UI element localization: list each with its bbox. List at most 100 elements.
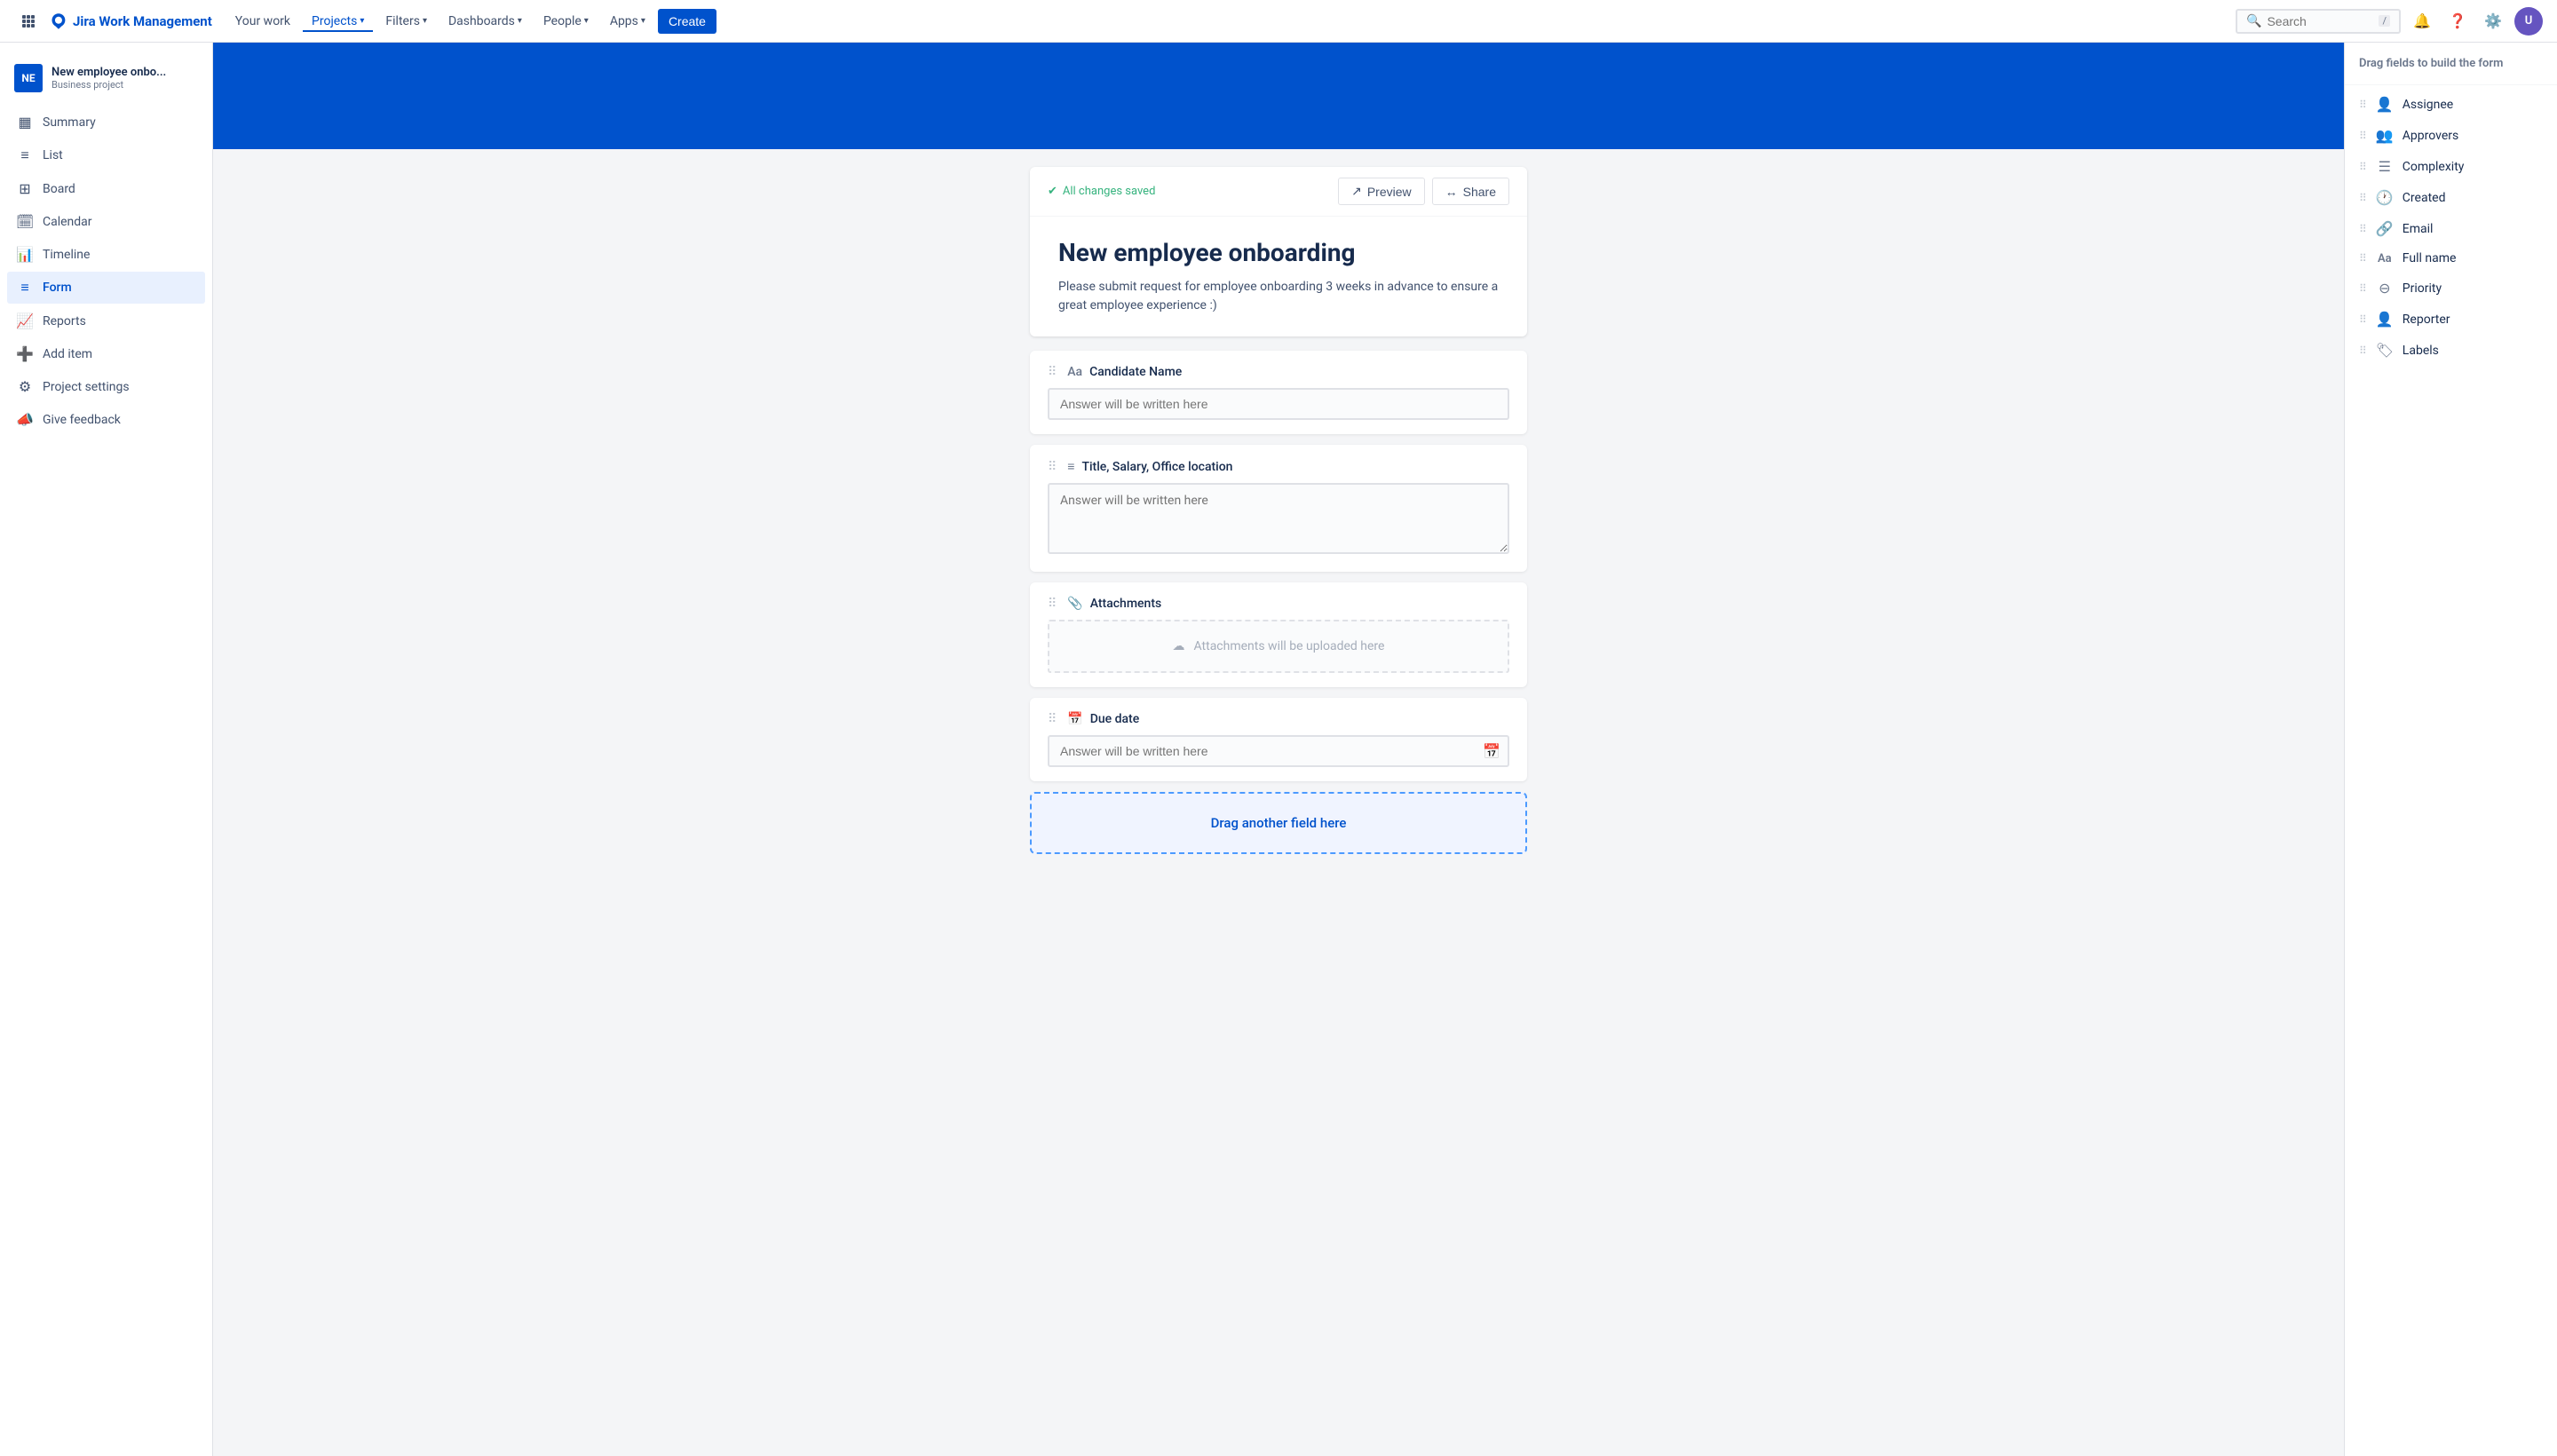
drag-handle-icon[interactable]: ⠿	[1048, 460, 1057, 474]
calendar-picker-icon[interactable]: 📅	[1483, 743, 1500, 760]
sidebar-item-form[interactable]: ≡ Form	[7, 272, 205, 304]
project-name: New employee onbo...	[51, 66, 166, 79]
share-icon: ↔	[1445, 185, 1458, 199]
created-icon: 🕐	[2376, 189, 2394, 206]
nav-icon-group: 🔔 ❓ ⚙️ U	[2408, 7, 2543, 36]
due-date-input[interactable]	[1048, 735, 1509, 767]
notifications-icon[interactable]: 🔔	[2408, 7, 2436, 36]
sidebar-nav: ▦ Summary ≡ List ⊞ Board 🗓 Calendar 📊 Ti…	[0, 107, 212, 435]
upload-cloud-icon: ☁	[1173, 639, 1185, 653]
search-icon: 🔍	[2246, 14, 2261, 28]
field-card-due-date: ⠿ 📅 Due date 📅	[1030, 698, 1527, 781]
approvers-icon: 👥	[2376, 127, 2394, 144]
sidebar-item-calendar[interactable]: 🗓 Calendar	[7, 206, 205, 237]
panel-drag-handle-icon: ⠿	[2359, 282, 2367, 295]
field-header-candidate-name: ⠿ Aa Candidate Name	[1048, 365, 1509, 379]
email-icon: 🔗	[2376, 220, 2394, 237]
reporter-icon: 👤	[2376, 311, 2394, 328]
sidebar-item-list[interactable]: ≡ List	[7, 139, 205, 171]
field-header-attachments: ⠿ 📎 Attachments	[1048, 597, 1509, 611]
panel-drag-handle-icon: ⠿	[2359, 192, 2367, 204]
project-type: Business project	[51, 79, 166, 91]
help-icon[interactable]: ❓	[2443, 7, 2472, 36]
form-area: ✔ All changes saved ↗ Preview ↔ Share	[213, 149, 2557, 1456]
drag-drop-zone[interactable]: Drag another field here	[1030, 792, 1527, 854]
create-button[interactable]: Create	[658, 9, 716, 34]
field-card-candidate-name: ⠿ Aa Candidate Name	[1030, 351, 1527, 434]
attachment-upload-area[interactable]: ☁ Attachments will be uploaded here	[1048, 620, 1509, 673]
board-icon: ⊞	[16, 180, 34, 197]
nav-dashboards[interactable]: Dashboards ▾	[439, 11, 531, 32]
field-header-due-date: ⠿ 📅 Due date	[1048, 712, 1509, 726]
filters-chevron-icon: ▾	[423, 16, 427, 26]
project-header: NE New employee onbo... Business project	[0, 57, 212, 107]
main-content: ✔ All changes saved ↗ Preview ↔ Share	[213, 43, 2557, 1456]
priority-icon: ⊖	[2376, 280, 2394, 297]
panel-drag-handle-icon: ⠿	[2359, 344, 2367, 357]
sidebar: NE New employee onbo... Business project…	[0, 43, 213, 1456]
search-shortcut-key: /	[2379, 15, 2390, 27]
share-button[interactable]: ↔ Share	[1432, 178, 1509, 205]
panel-item-reporter[interactable]: ⠿ 👤 Reporter	[2345, 304, 2557, 335]
summary-icon: ▦	[16, 114, 34, 131]
sidebar-item-reports[interactable]: 📈 Reports	[7, 305, 205, 336]
panel-drag-handle-icon: ⠿	[2359, 161, 2367, 173]
field-card-title-salary: ⠿ ≡ Title, Salary, Office location	[1030, 445, 1527, 572]
panel-item-approvers[interactable]: ⠿ 👥 Approvers	[2345, 120, 2557, 151]
search-bar[interactable]: 🔍 /	[2236, 9, 2401, 34]
drag-handle-icon[interactable]: ⠿	[1048, 712, 1057, 726]
nav-your-work[interactable]: Your work	[226, 11, 299, 32]
form-top-bar: ✔ All changes saved ↗ Preview ↔ Share	[1030, 167, 1527, 217]
labels-icon: 🏷	[2376, 342, 2394, 359]
due-date-input-wrapper: 📅	[1048, 735, 1509, 767]
nav-links: Your work Projects ▾ Filters ▾ Dashboard…	[226, 9, 2228, 34]
calendar-icon: 🗓	[16, 213, 34, 230]
panel-item-full-name[interactable]: ⠿ Aa Full name	[2345, 244, 2557, 273]
app-logo[interactable]: Jira Work Management	[50, 12, 212, 30]
apps-chevron-icon: ▾	[641, 16, 645, 26]
sidebar-item-timeline[interactable]: 📊 Timeline	[7, 239, 205, 270]
sidebar-item-board[interactable]: ⊞ Board	[7, 173, 205, 204]
sidebar-item-project-settings[interactable]: ⚙ Project settings	[7, 371, 205, 402]
form-description: Please submit request for employee onboa…	[1058, 278, 1499, 315]
drag-handle-icon[interactable]: ⠿	[1048, 365, 1057, 379]
panel-item-complexity[interactable]: ⠿ ☰ Complexity	[2345, 151, 2557, 182]
panel-item-email[interactable]: ⠿ 🔗 Email	[2345, 213, 2557, 244]
grid-menu-icon[interactable]	[14, 7, 43, 36]
nav-apps[interactable]: Apps ▾	[601, 11, 654, 32]
panel-divider	[2345, 84, 2557, 85]
panel-drag-handle-icon: ⠿	[2359, 99, 2367, 111]
drag-handle-icon[interactable]: ⠿	[1048, 597, 1057, 611]
form-header-card: ✔ All changes saved ↗ Preview ↔ Share	[1030, 167, 1527, 336]
reports-icon: 📈	[16, 313, 34, 329]
checkmark-icon: ✔	[1048, 185, 1057, 198]
save-status: ✔ All changes saved	[1048, 185, 1155, 198]
sidebar-item-summary[interactable]: ▦ Summary	[7, 107, 205, 138]
user-avatar[interactable]: U	[2514, 7, 2543, 36]
panel-item-labels[interactable]: ⠿ 🏷 Labels	[2345, 335, 2557, 366]
panel-item-priority[interactable]: ⠿ ⊖ Priority	[2345, 273, 2557, 304]
text-field-icon: Aa	[1067, 365, 1082, 379]
panel-drag-handle-icon: ⠿	[2359, 313, 2367, 326]
nav-projects[interactable]: Projects ▾	[303, 11, 373, 32]
project-settings-icon: ⚙	[16, 378, 34, 395]
sidebar-item-add-item[interactable]: ➕ Add item	[7, 338, 205, 369]
settings-icon[interactable]: ⚙️	[2479, 7, 2507, 36]
candidate-name-input[interactable]	[1048, 388, 1509, 420]
right-panel: Drag fields to build the form ⠿ 👤 Assign…	[2344, 43, 2557, 1456]
assignee-icon: 👤	[2376, 96, 2394, 113]
nav-filters[interactable]: Filters ▾	[376, 11, 436, 32]
dashboards-chevron-icon: ▾	[518, 16, 522, 26]
nav-people[interactable]: People ▾	[534, 11, 598, 32]
timeline-icon: 📊	[16, 246, 34, 263]
preview-button[interactable]: ↗ Preview	[1338, 178, 1425, 205]
sidebar-item-give-feedback[interactable]: 📣 Give feedback	[7, 404, 205, 435]
date-field-icon: 📅	[1067, 712, 1082, 726]
main-wrapper: NE New employee onbo... Business project…	[0, 43, 2557, 1456]
search-input[interactable]	[2267, 14, 2373, 28]
top-navigation: Jira Work Management Your work Projects …	[0, 0, 2557, 43]
title-salary-textarea[interactable]	[1048, 483, 1509, 554]
projects-chevron-icon: ▾	[360, 16, 364, 26]
panel-item-created[interactable]: ⠿ 🕐 Created	[2345, 182, 2557, 213]
panel-item-assignee[interactable]: ⠿ 👤 Assignee	[2345, 89, 2557, 120]
